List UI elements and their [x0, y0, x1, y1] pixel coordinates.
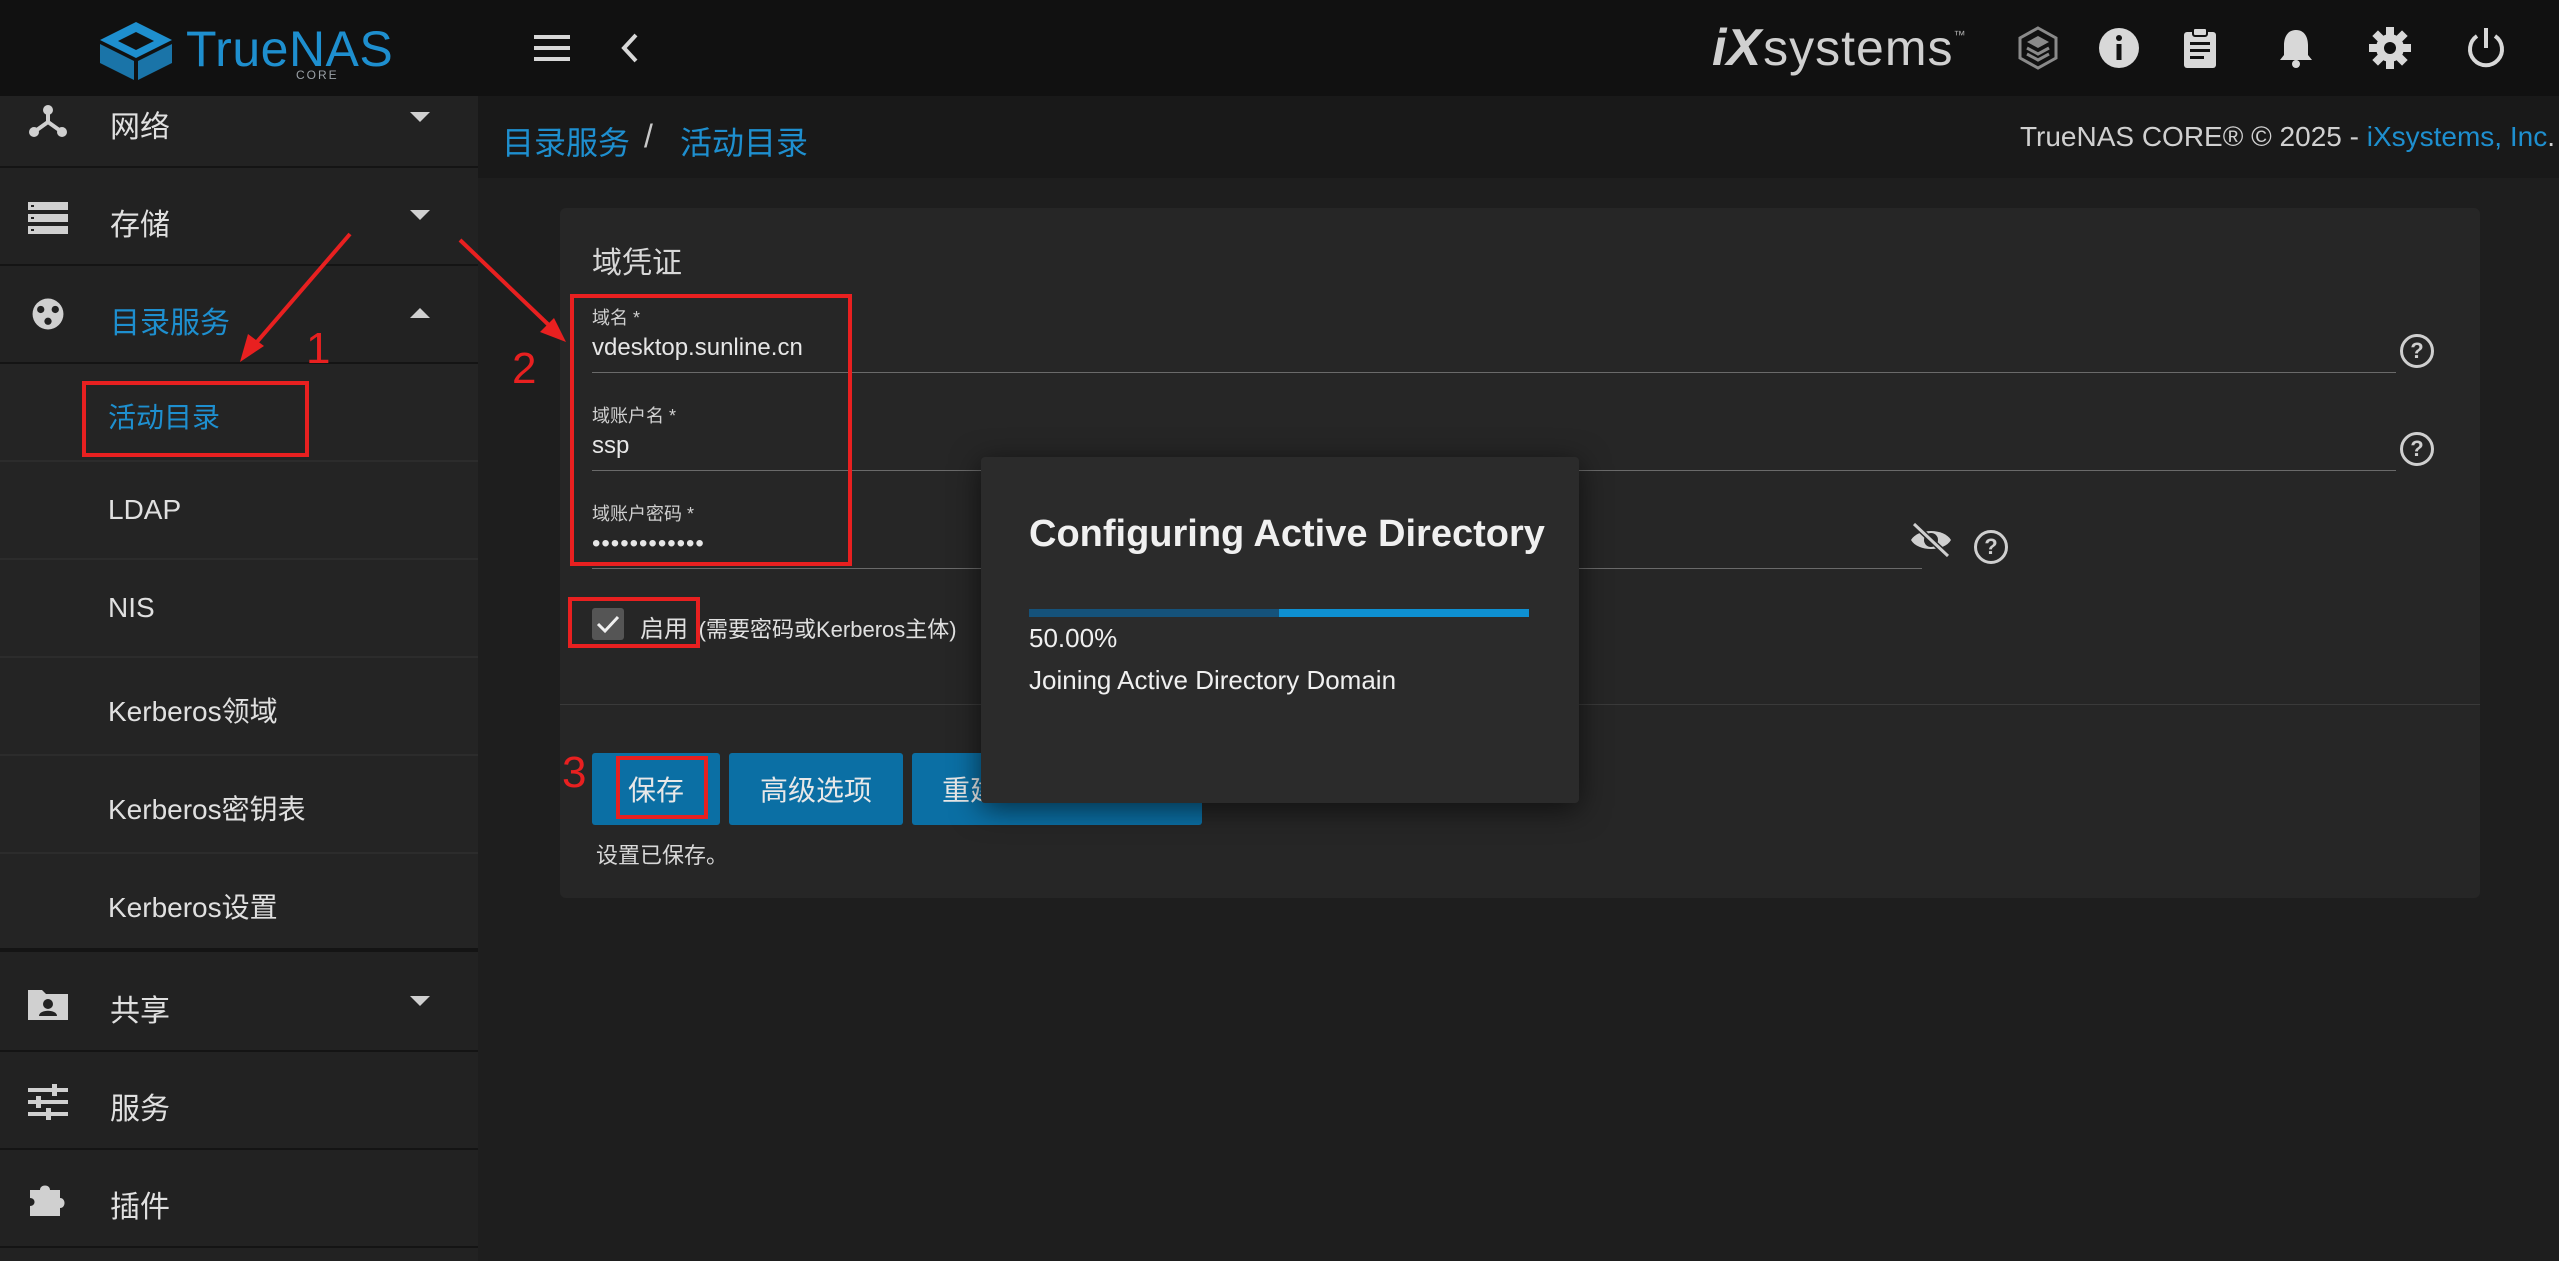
sidebar: 网络 存储 目录服务 活动目录 LDAP NIS Kerberos领域 Kerb…: [0, 96, 478, 1261]
annotation-box-2: [570, 294, 852, 566]
services-icon: [28, 1084, 68, 1120]
sidebar-item-label: 插件: [110, 1191, 170, 1224]
section-title: 域凭证: [592, 247, 682, 280]
directory-icon: [32, 298, 64, 330]
annotation-box-3: [616, 756, 708, 819]
sidebar-item-label: 存储: [110, 209, 170, 242]
sidebar-subitem-label: Kerberos设置: [108, 892, 278, 923]
sidebar-item-label: 目录服务: [110, 307, 230, 340]
menu-toggle-button[interactable]: [526, 22, 578, 74]
copyright-end: .: [2547, 121, 2555, 152]
enable-hint: (需要密码或Kerberos主体): [698, 617, 957, 642]
sidebar-item-directory-services[interactable]: 目录服务: [0, 266, 478, 364]
visibility-off-icon[interactable]: [1908, 520, 1954, 560]
sidebar-item-label: 共享: [110, 995, 170, 1028]
annotation-number-3: 3: [562, 748, 587, 797]
power-button[interactable]: [2460, 22, 2512, 74]
truecommand-icon: [2018, 26, 2058, 70]
annotation-number-1: 1: [306, 324, 331, 373]
annotation-box-1: [82, 381, 309, 457]
tasks-button[interactable]: [2174, 22, 2226, 74]
chevron-down-icon: [410, 210, 430, 220]
help-icon[interactable]: ?: [2400, 334, 2434, 368]
gear-icon: [2369, 27, 2411, 69]
sidebar-item-network[interactable]: 网络: [0, 96, 478, 168]
share-icon: [28, 990, 68, 1020]
progress-fill: [1279, 609, 1529, 617]
domain-name-label: 域名 *: [592, 308, 641, 328]
sidebar-item-storage[interactable]: 存储: [0, 168, 478, 266]
sidebar-item-label: 服务: [110, 1093, 170, 1126]
sidebar-subitem-kerberos-realms[interactable]: Kerberos领域: [0, 658, 478, 756]
annotation-box-enable: [568, 597, 700, 648]
chevron-down-icon: [410, 996, 430, 1006]
field-underline: [592, 372, 2396, 373]
progress-percent: 50.00%: [1029, 623, 1118, 653]
truecommand-button[interactable]: [2012, 22, 2064, 74]
breadcrumb-active-directory[interactable]: 活动目录: [680, 118, 808, 164]
sidebar-item-services[interactable]: 服务: [0, 1052, 478, 1150]
info-icon: [2099, 28, 2139, 68]
truenas-logo-icon: [100, 22, 172, 80]
ix-logo-mark: iX: [1712, 19, 1762, 77]
sidebar-subitem-ldap[interactable]: LDAP: [0, 462, 478, 560]
breadcrumb: 目录服务 / 活动目录 TrueNAS CORE® © 2025 - iXsys…: [478, 96, 2559, 178]
system-info-button[interactable]: [2093, 22, 2145, 74]
progress-message: Joining Active Directory Domain: [1029, 665, 1397, 695]
ix-logo-text: systems: [1763, 20, 1954, 76]
copyright-text: TrueNAS CORE® © 2025 -: [2019, 121, 2367, 152]
brand-edition: CORE: [296, 68, 339, 82]
back-icon: [621, 33, 638, 63]
alerts-button[interactable]: [2270, 22, 2322, 74]
progress-dialog: Configuring Active Directory 50.00% Join…: [981, 457, 1579, 803]
chevron-up-icon: [410, 308, 430, 318]
help-icon[interactable]: ?: [2400, 432, 2434, 466]
breadcrumb-separator: /: [644, 118, 653, 154]
top-bar: TrueNAS CORE iX systems ™: [0, 0, 2559, 96]
sidebar-subitem-nis[interactable]: NIS: [0, 560, 478, 658]
network-icon: [29, 105, 67, 137]
breadcrumb-directory-services[interactable]: 目录服务: [502, 118, 630, 164]
account-name-label: 域账户名 *: [592, 406, 677, 426]
sidebar-subitem-kerberos-keytabs[interactable]: Kerberos密钥表: [0, 756, 478, 854]
chevron-down-icon: [410, 112, 430, 122]
truenas-logo[interactable]: TrueNAS CORE: [98, 20, 393, 82]
saved-message: 设置已保存。: [596, 843, 729, 868]
domain-name-field[interactable]: 域名 * vdesktop.sunline.cn: [592, 304, 2396, 374]
ix-logo-trademark: ™: [1953, 28, 1966, 42]
ixsystems-logo[interactable]: iX systems ™: [1712, 18, 1966, 78]
plugin-icon: [30, 1185, 65, 1216]
ixsystems-link[interactable]: iXsystems, Inc: [2367, 121, 2547, 152]
power-icon: [2468, 28, 2504, 68]
sidebar-subitem-kerberos-settings[interactable]: Kerberos设置: [0, 854, 478, 952]
sidebar-item-sharing[interactable]: 共享: [0, 954, 478, 1052]
annotation-number-2: 2: [512, 344, 537, 393]
sidebar-subitem-label: NIS: [108, 592, 155, 623]
brand-name: TrueNAS: [186, 21, 394, 77]
clipboard-icon: [2184, 27, 2216, 68]
sidebar-item-label: 网络: [110, 111, 170, 144]
settings-button[interactable]: [2364, 22, 2416, 74]
storage-icon: [28, 202, 68, 234]
sidebar-subitem-label: LDAP: [108, 494, 182, 525]
sidebar-subitem-label: Kerberos领域: [108, 696, 278, 727]
copyright: TrueNAS CORE® © 2025 - iXsystems, Inc.: [2020, 121, 2555, 153]
menu-icon: [534, 35, 570, 61]
sidebar-item-plugins[interactable]: 插件: [0, 1150, 478, 1248]
progress-bar: [1029, 609, 1529, 617]
dialog-title: Configuring Active Directory: [1029, 513, 1545, 555]
progress-buffer: [1029, 609, 1279, 617]
advanced-options-button[interactable]: 高级选项: [729, 753, 903, 825]
help-icon[interactable]: ?: [1974, 530, 2008, 564]
sidebar-subitem-label: Kerberos密钥表: [108, 794, 306, 825]
bell-icon: [2280, 30, 2312, 68]
collapse-sidebar-button[interactable]: [604, 22, 656, 74]
